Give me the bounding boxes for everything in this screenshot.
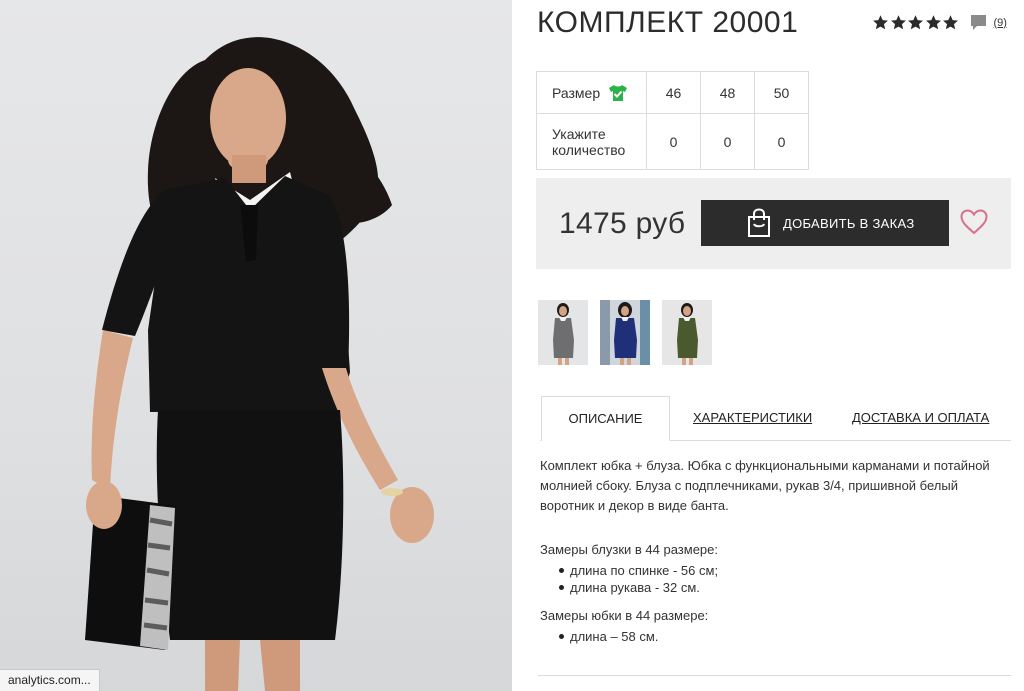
reviews-count-link[interactable]: (9) <box>994 17 1007 29</box>
description-intro: Комплект юбка + блуза. Юбка с функционал… <box>540 458 990 513</box>
list-item: длина – 58 см. <box>557 628 1010 645</box>
product-title: КОМПЛЕКТ 20001 <box>537 6 799 39</box>
heart-icon[interactable] <box>960 209 988 235</box>
size-label: Размер <box>552 84 601 101</box>
star-icon[interactable] <box>872 14 889 31</box>
quantity-label-cell: Укажите количество <box>536 113 647 170</box>
size-option[interactable]: 50 <box>754 71 809 114</box>
tab-characteristics[interactable]: ХАРАКТЕРИСТИКИ <box>693 396 812 441</box>
quantity-label-line1: Укажите <box>552 125 606 142</box>
add-to-order-label: ДОБАВИТЬ В ЗАКАЗ <box>783 215 915 231</box>
shopping-bag-icon <box>745 208 773 238</box>
blouse-measurements-heading: Замеры блузки в 44 размере: <box>540 542 719 557</box>
list-item: длина по спинке - 56 см; <box>557 562 1010 579</box>
browser-status-url: analytics.com... <box>0 669 100 691</box>
size-chart-shirt-icon[interactable] <box>608 84 628 102</box>
buy-box: 1475 руб ДОБАВИТЬ В ЗАКАЗ <box>536 178 1011 269</box>
size-row: Размер 46 48 50 <box>536 71 809 114</box>
description-panel: Комплект юбка + блуза. Юбка с функционал… <box>540 456 1010 655</box>
add-to-order-button[interactable]: ДОБАВИТЬ В ЗАКАЗ <box>701 200 949 246</box>
star-icon[interactable] <box>925 14 942 31</box>
quantity-input[interactable]: 0 <box>754 113 809 170</box>
description-divider <box>538 675 1011 676</box>
product-main-image[interactable]: analytics.com... <box>0 0 512 691</box>
blouse-measurements-list: длина по спинке - 56 см; длина рукава - … <box>540 562 1010 596</box>
quantity-input[interactable]: 0 <box>646 113 701 170</box>
quantity-label-line2: количество <box>552 141 626 158</box>
size-option[interactable]: 48 <box>700 71 755 114</box>
product-tabs: ОПИСАНИЕ ХАРАКТЕРИСТИКИ ДОСТАВКА И ОПЛАТ… <box>540 396 1011 441</box>
product-rating[interactable]: (9) <box>872 14 1007 31</box>
list-item: длина рукава - 32 см. <box>557 579 1010 596</box>
thumbnail-olive[interactable] <box>662 300 712 365</box>
comment-icon[interactable] <box>970 14 987 31</box>
star-icon[interactable] <box>890 14 907 31</box>
skirt-measurements-heading: Замеры юбки в 44 размере: <box>540 608 709 623</box>
thumbnail-gray[interactable] <box>538 300 588 365</box>
tab-description[interactable]: ОПИСАНИЕ <box>541 396 670 441</box>
size-option[interactable]: 46 <box>646 71 701 114</box>
star-icon[interactable] <box>907 14 924 31</box>
product-price: 1475 руб <box>559 207 686 240</box>
size-label-cell: Размер <box>536 71 647 114</box>
skirt-measurements-list: длина – 58 см. <box>540 628 1010 645</box>
color-thumbnails <box>538 300 724 365</box>
quantity-input[interactable]: 0 <box>700 113 755 170</box>
model-photo-illustration <box>85 37 434 691</box>
thumbnail-navy[interactable] <box>600 300 650 365</box>
quantity-row: Укажите количество 0 0 0 <box>536 113 809 170</box>
tab-delivery-payment[interactable]: ДОСТАВКА И ОПЛАТА <box>852 396 989 441</box>
star-icon[interactable] <box>942 14 959 31</box>
size-quantity-table: Размер 46 48 50 Укажите количество 0 0 0 <box>536 71 809 170</box>
